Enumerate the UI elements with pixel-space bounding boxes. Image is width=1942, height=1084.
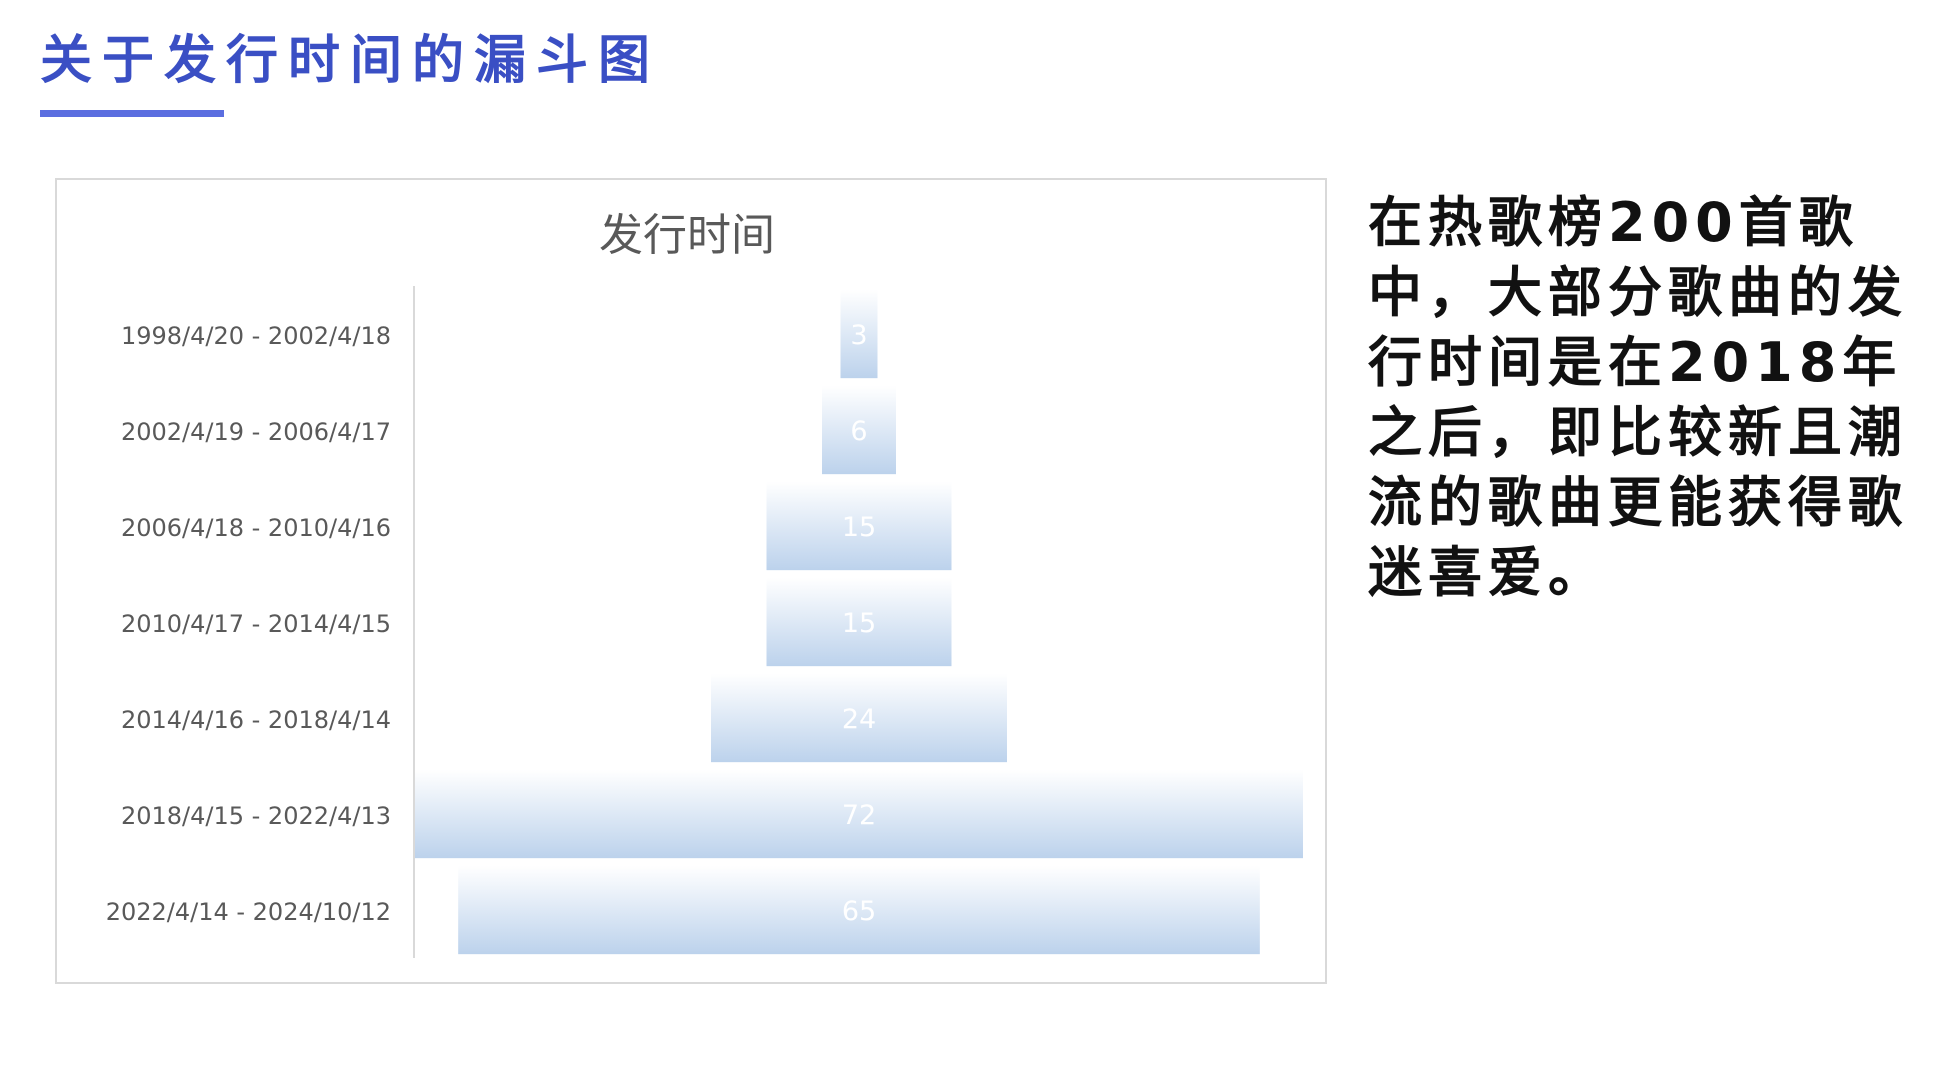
bar-value-label: 65 bbox=[842, 896, 876, 927]
bar-value-label: 3 bbox=[850, 320, 867, 351]
title-underline bbox=[40, 110, 224, 117]
bar-value-label: 72 bbox=[842, 800, 876, 831]
category-label: 1998/4/20 - 2002/4/18 bbox=[121, 322, 391, 350]
category-label: 2014/4/16 - 2018/4/14 bbox=[121, 706, 391, 734]
chart-description: 在热歌榜200首歌中，大部分歌曲的发行时间是在2018年之后，即比较新且潮流的歌… bbox=[1368, 191, 1908, 604]
bars-group: 3 1998/4/20 - 2002/4/18 6 2002/4/19 - 2006/… bbox=[106, 289, 1303, 955]
slide-title: 关于发行时间的漏斗图 bbox=[40, 31, 661, 91]
category-label: 2022/4/14 - 2024/10/12 bbox=[106, 898, 391, 926]
category-label: 2006/4/18 - 2010/4/16 bbox=[121, 514, 391, 542]
funnel-chart-svg: 发行时间 3 1998/4/20 - 2002/4/18 6 2002/4/19 - … bbox=[106, 210, 1303, 958]
chart-title: 发行时间 bbox=[599, 210, 775, 261]
bar-value-label: 6 bbox=[850, 416, 867, 447]
category-label: 2010/4/17 - 2014/4/15 bbox=[121, 610, 391, 638]
bar-value-label: 15 bbox=[842, 608, 876, 639]
category-label: 2002/4/19 - 2006/4/17 bbox=[121, 418, 391, 446]
bar-value-label: 15 bbox=[842, 512, 876, 543]
category-label: 2018/4/15 - 2022/4/13 bbox=[121, 802, 391, 830]
bar-value-label: 24 bbox=[842, 704, 876, 735]
funnel-chart: 发行时间 3 1998/4/20 - 2002/4/18 6 2002/4/19 - … bbox=[55, 178, 1327, 984]
